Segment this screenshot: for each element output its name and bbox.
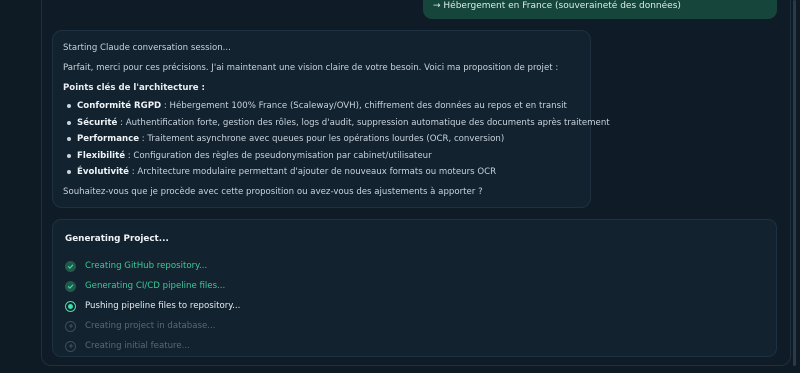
plus-icon (65, 340, 76, 352)
point-description: : Hébergement 100% France (Scaleway/OVH)… (161, 101, 567, 111)
progress-step: Pushing pipeline files to repository... (65, 296, 764, 316)
step-label: Pushing pipeline files to repository... (85, 301, 241, 311)
plus-icon (65, 320, 76, 332)
list-item: Évolutivité : Architecture modulaire per… (67, 166, 580, 178)
point-term: Sécurité (77, 117, 118, 128)
bullet-icon (67, 120, 71, 125)
assistant-question: Souhaitez-vous que je procède avec cette… (63, 187, 483, 197)
bullet-icon (67, 104, 71, 108)
user-message-text: → Hébergement en France (souveraineté de… (433, 1, 681, 11)
step-label: Creating GitHub repository... (85, 261, 208, 271)
step-label: Creating initial feature... (85, 341, 190, 351)
step-label: Generating CI/CD pipeline files... (85, 281, 226, 291)
point-term: Performance (77, 134, 140, 144)
user-message-bubble: → Hébergement en France (souveraineté de… (423, 0, 777, 19)
point-term: Flexibilité (77, 150, 126, 161)
list-item: Flexibilité : Configuration des règles d… (67, 150, 580, 162)
check-icon (65, 260, 76, 272)
bullet-icon (67, 153, 71, 158)
step-label: Creating project in database... (85, 321, 216, 331)
progress-title: Generating Project... (65, 234, 169, 244)
chat-scrollbar[interactable] (793, 0, 796, 366)
point-description: : Traitement asynchrone avec queues pour… (139, 134, 505, 144)
progress-step: Creating initial feature... (65, 336, 764, 356)
architecture-heading: Points clés de l'architecture : (63, 83, 205, 93)
check-icon (65, 280, 76, 292)
project-generation-progress: Generating Project... Creating GitHub re… (52, 219, 777, 357)
bullet-icon (67, 137, 71, 141)
assistant-message: Starting Claude conversation session... … (52, 30, 610, 208)
point-term: Conformité RGPD (77, 101, 162, 111)
list-item: Performance : Traitement asynchrone avec… (67, 133, 580, 145)
progress-step: Generating CI/CD pipeline files... (65, 276, 764, 296)
point-description: : Authentification forte, gestion des rô… (117, 117, 610, 128)
point-description: : Architecture modulaire permettant d'aj… (128, 167, 497, 177)
architecture-points-list: Conformité RGPD : Hébergement 100% Franc… (63, 100, 610, 178)
bullet-icon (67, 170, 71, 174)
active-step-icon (65, 300, 76, 312)
point-description: : Configuration des règles de pseudonymi… (125, 150, 432, 161)
point-term: Évolutivité (77, 167, 129, 177)
session-status-text: Starting Claude conversation session... (63, 43, 231, 53)
progress-step: Creating GitHub repository... (65, 256, 764, 276)
list-item: Conformité RGPD : Hébergement 100% Franc… (67, 100, 580, 112)
assistant-intro: Parfait, merci pour ces précisions. J'ai… (63, 63, 559, 73)
progress-step: Creating project in database... (65, 316, 764, 336)
list-item: Sécurité : Authentification forte, gesti… (67, 117, 610, 129)
